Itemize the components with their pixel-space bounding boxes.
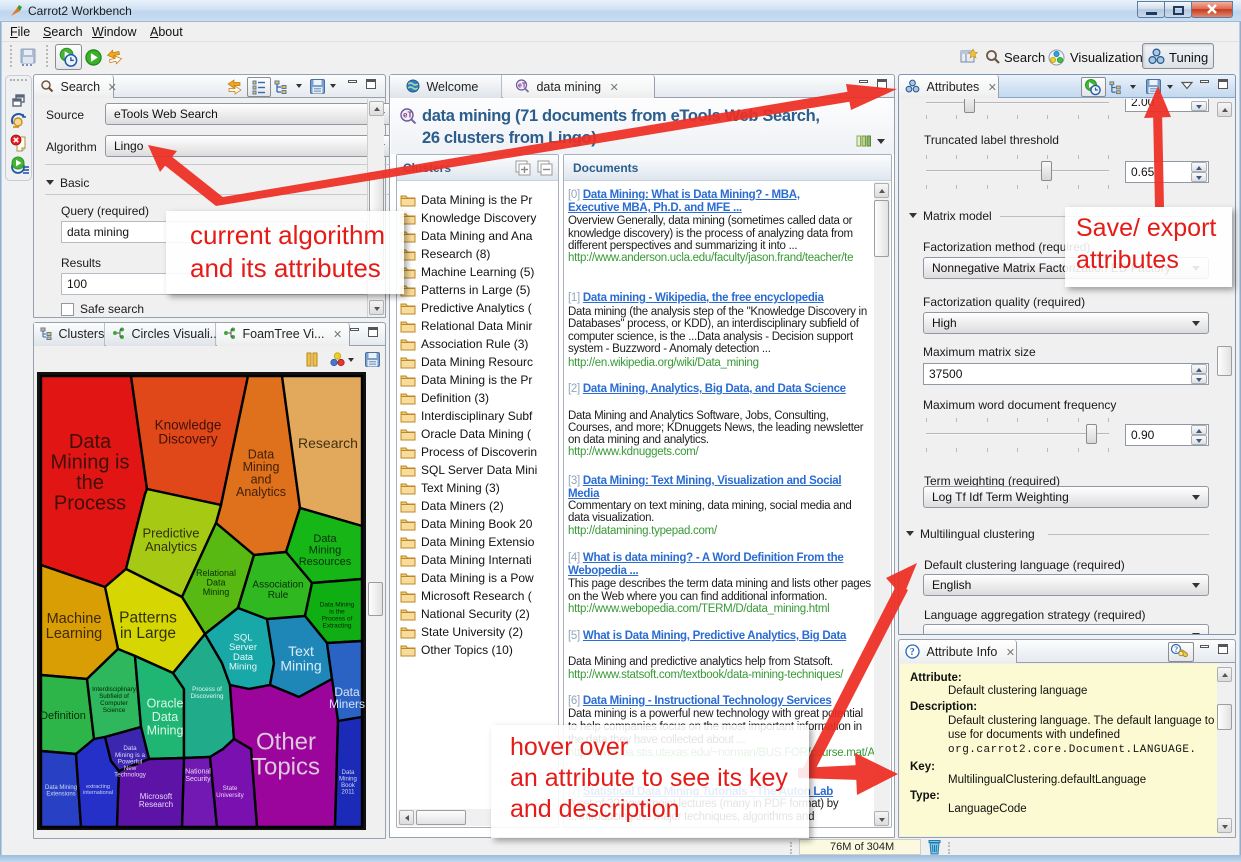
svg-text:Mining: Mining (203, 587, 230, 597)
svg-text:Definition: Definition (40, 710, 86, 722)
svg-text:is the: is the (329, 608, 345, 615)
svg-text:Discovering: Discovering (191, 693, 224, 700)
svg-text:Data: Data (313, 533, 337, 545)
svg-text:Mining: Mining (280, 657, 321, 673)
svg-text:State: State (223, 785, 238, 792)
svg-text:University: University (216, 792, 244, 799)
svg-text:Machine: Machine (47, 611, 102, 627)
svg-text:Miners: Miners (329, 697, 365, 711)
svg-text:Other: Other (256, 728, 316, 755)
svg-text:Technology: Technology (114, 772, 147, 779)
svg-text:Data Mining: Data Mining (45, 785, 77, 791)
svg-text:Topics: Topics (252, 753, 320, 780)
svg-text:Relational: Relational (196, 568, 236, 578)
svg-text:Research: Research (139, 800, 173, 809)
svg-text:Security: Security (185, 776, 211, 783)
svg-text:in Large: in Large (120, 625, 176, 642)
svg-text:eT: eT (403, 111, 412, 120)
svg-text:Mining is: Mining is (51, 452, 130, 474)
svg-text:Mining: Mining (339, 777, 357, 783)
svg-text:Extensions: Extensions (46, 792, 75, 798)
svg-text:Analytics: Analytics (145, 539, 198, 554)
svg-text:?: ? (910, 647, 915, 658)
svg-text:Association: Association (252, 580, 303, 591)
svg-text:the: the (76, 472, 104, 494)
svg-text:Research: Research (298, 435, 358, 451)
svg-text:Data: Data (342, 770, 355, 776)
svg-text:Data Mining: Data Mining (320, 601, 355, 608)
svg-text:Mining: Mining (147, 723, 184, 737)
svg-text:National: National (185, 768, 211, 775)
svg-text:Subfield of: Subfield of (99, 693, 129, 700)
svg-text:?: ? (1175, 645, 1179, 654)
svg-text:Learning: Learning (46, 626, 102, 642)
svg-text:Data: Data (206, 578, 225, 588)
svg-text:Process of: Process of (322, 615, 353, 622)
svg-text:Process: Process (54, 493, 126, 515)
svg-text:2011: 2011 (342, 790, 356, 796)
svg-text:Mining: Mining (309, 544, 341, 556)
svg-text:Process of: Process of (192, 686, 222, 693)
svg-text:Data: Data (152, 710, 178, 724)
svg-text:Book: Book (341, 783, 356, 789)
svg-text:Interdisciplinary: Interdisciplinary (92, 686, 137, 693)
svg-text:international: international (83, 790, 113, 796)
svg-text:Discovery: Discovery (158, 432, 218, 447)
svg-text:Mining: Mining (229, 662, 257, 673)
svg-text:Oracle: Oracle (147, 696, 184, 710)
svg-text:Rule: Rule (268, 590, 289, 601)
svg-text:Computer: Computer (100, 700, 128, 707)
svg-text:Knowledge: Knowledge (155, 418, 222, 433)
svg-text:Science: Science (103, 707, 126, 714)
svg-text:Patterns: Patterns (119, 609, 177, 626)
svg-text:Data: Data (69, 431, 112, 453)
svg-text:Resources: Resources (299, 556, 352, 568)
svg-text:Analytics: Analytics (236, 485, 286, 499)
svg-text:Extracting: Extracting (323, 622, 352, 629)
